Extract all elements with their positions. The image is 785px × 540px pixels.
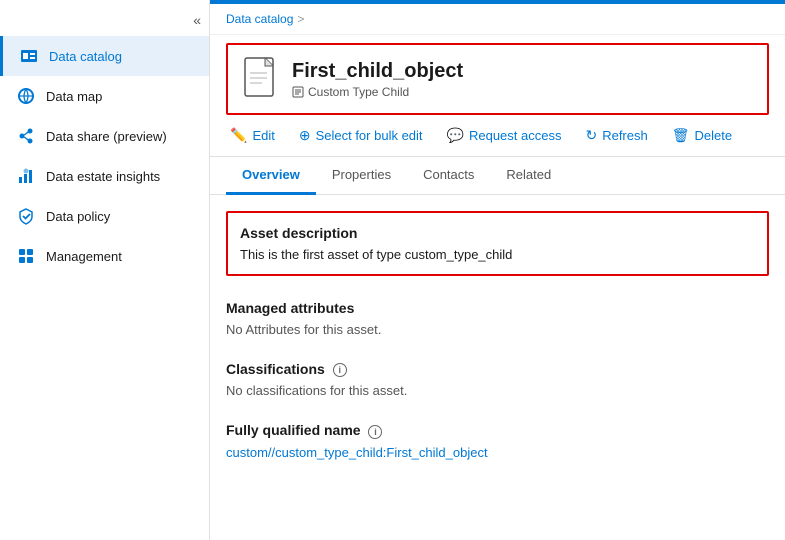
sidebar-item-data-policy[interactable]: Data policy — [0, 196, 209, 236]
data-map-icon — [16, 86, 36, 106]
sidebar-label-data-catalog: Data catalog — [49, 49, 122, 64]
request-access-icon: 💬 — [447, 127, 464, 144]
classifications-section: Classifications i No classifications for… — [226, 361, 769, 398]
managed-attributes-empty: No Attributes for this asset. — [226, 322, 769, 337]
management-icon — [16, 246, 36, 266]
sidebar-label-management: Management — [46, 249, 122, 264]
asset-file-icon — [244, 57, 280, 101]
refresh-icon: ↻ — [585, 127, 597, 144]
delete-icon: 🗑 — [672, 127, 690, 144]
sidebar-item-data-estate-insights[interactable]: Data estate insights — [0, 156, 209, 196]
edit-button[interactable]: ✏️ Edit — [226, 125, 279, 146]
refresh-label: Refresh — [602, 128, 648, 143]
classifications-info-icon[interactable]: i — [333, 363, 347, 377]
sidebar-label-data-estate-insights: Data estate insights — [46, 169, 160, 184]
asset-type-label: Custom Type Child — [308, 85, 409, 99]
asset-subtitle-icon — [292, 86, 304, 98]
bulk-edit-icon: ⊕ — [299, 127, 311, 144]
tabs: Overview Properties Contacts Related — [210, 157, 785, 195]
tab-properties[interactable]: Properties — [316, 157, 407, 195]
fully-qualified-name-title: Fully qualified name i — [226, 422, 769, 438]
classifications-title: Classifications i — [226, 361, 769, 377]
edit-label: Edit — [252, 128, 274, 143]
delete-label: Delete — [695, 128, 733, 143]
refresh-button[interactable]: ↻ Refresh — [581, 125, 651, 146]
tab-related[interactable]: Related — [490, 157, 567, 195]
breadcrumb-link[interactable]: Data catalog — [226, 12, 293, 26]
fully-qualified-name-value[interactable]: custom//custom_type_child:First_child_ob… — [226, 445, 488, 460]
asset-description-title: Asset description — [240, 225, 755, 241]
bulk-edit-button[interactable]: ⊕ Select for bulk edit — [295, 125, 427, 146]
sidebar-item-data-catalog[interactable]: Data catalog — [0, 36, 209, 76]
asset-description-value: This is the first asset of type custom_t… — [240, 247, 755, 262]
managed-attributes-section: Managed attributes No Attributes for thi… — [226, 300, 769, 337]
sidebar-label-data-share: Data share (preview) — [46, 129, 167, 144]
breadcrumb-separator: > — [297, 12, 304, 26]
sidebar-label-data-policy: Data policy — [46, 209, 110, 224]
asset-title: First_child_object — [292, 60, 463, 83]
tab-contacts[interactable]: Contacts — [407, 157, 490, 195]
fqn-info-icon[interactable]: i — [368, 425, 382, 439]
data-share-icon — [16, 126, 36, 146]
fully-qualified-name-section: Fully qualified name i custom//custom_ty… — [226, 422, 769, 459]
toolbar: ✏️ Edit ⊕ Select for bulk edit 💬 Request… — [210, 115, 785, 157]
sidebar-item-data-map[interactable]: Data map — [0, 76, 209, 116]
breadcrumb: Data catalog > — [210, 4, 785, 35]
request-access-label: Request access — [469, 128, 562, 143]
delete-button[interactable]: 🗑 Delete — [668, 125, 736, 146]
collapse-button[interactable]: « — [0, 8, 209, 36]
sidebar-item-data-share[interactable]: Data share (preview) — [0, 116, 209, 156]
collapse-icon: « — [193, 12, 201, 28]
bulk-edit-label: Select for bulk edit — [316, 128, 423, 143]
request-access-button[interactable]: 💬 Request access — [443, 125, 566, 146]
sidebar-label-data-map: Data map — [46, 89, 102, 104]
asset-description-section: Asset description This is the first asse… — [226, 211, 769, 276]
sidebar-item-management[interactable]: Management — [0, 236, 209, 276]
data-catalog-icon — [19, 46, 39, 66]
managed-attributes-title: Managed attributes — [226, 300, 769, 316]
data-estate-insights-icon — [16, 166, 36, 186]
data-policy-icon — [16, 206, 36, 226]
asset-subtitle: Custom Type Child — [292, 85, 463, 99]
tab-overview[interactable]: Overview — [226, 157, 316, 195]
asset-info: First_child_object Custom Type Child — [292, 60, 463, 99]
asset-header: First_child_object Custom Type Child — [226, 43, 769, 115]
overview-content: Asset description This is the first asse… — [210, 195, 785, 540]
classifications-empty: No classifications for this asset. — [226, 383, 769, 398]
sidebar: « Data catalog Data map — [0, 0, 210, 540]
edit-icon: ✏️ — [230, 127, 247, 144]
main-content: Data catalog > First_child_object — [210, 0, 785, 540]
